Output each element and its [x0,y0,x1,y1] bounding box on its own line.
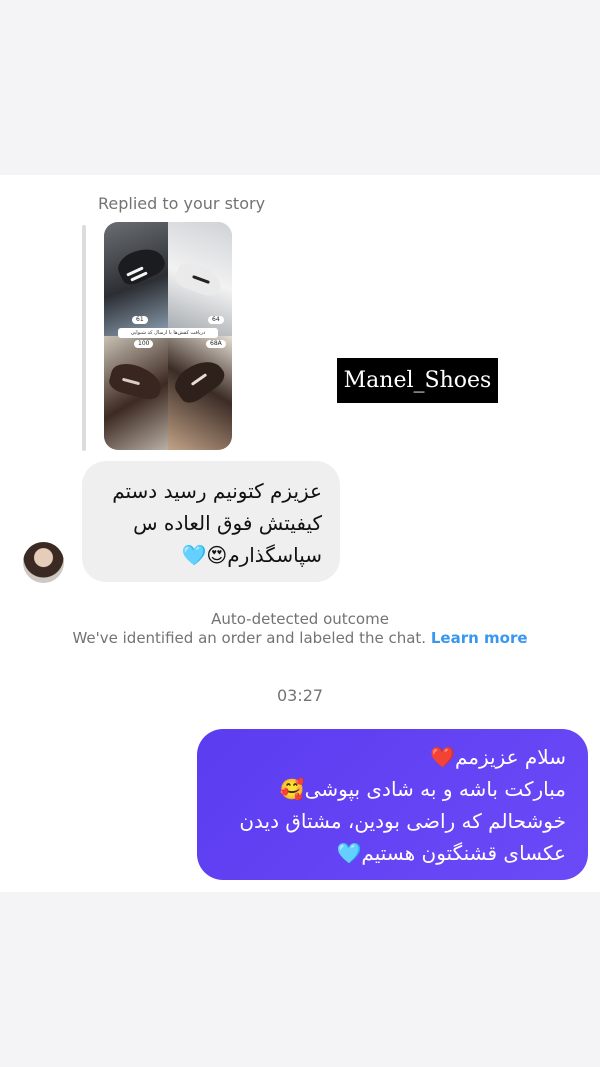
story-tag: 64 [208,316,224,324]
message-line: عزیزم کتونیم رسید دستم [112,479,322,503]
brand-watermark: Manel_Shoes [337,358,498,403]
outcome-description: We've identified an order and labeled th… [72,629,427,647]
story-preview-image[interactable]: 61 64 100 68A دریافت کفش‌ها با ارسال کد … [104,222,232,450]
story-photo-1: 61 [104,222,169,336]
replied-to-story-label: Replied to your story [98,194,266,213]
sneaker-image [113,241,169,289]
message-line: سلام عزیزمم❤️ [430,745,566,769]
learn-more-link[interactable]: Learn more [431,629,528,647]
outcome-notice: Auto-detected outcome We've identified a… [0,610,600,648]
story-reply-bar [82,225,86,451]
message-timestamp: 03:27 [276,686,324,705]
avatar[interactable] [23,542,64,583]
story-caption: دریافت کفش‌ها با ارسال کد شنوایی [118,328,218,338]
outcome-description-row: We've identified an order and labeled th… [0,629,600,648]
story-photo-3: 100 [104,336,168,450]
message-line: مبارکت باشه و به شادی بپوشی🥰 [279,777,566,801]
outcome-title: Auto-detected outcome [211,610,389,628]
incoming-message-bubble[interactable]: عزیزم کتونیم رسید دستم کیفیتش فوق العاده… [82,461,340,582]
story-tag: 100 [134,340,154,348]
message-line: کیفیتش فوق العاده س [133,511,322,535]
outgoing-message-bubble[interactable]: سلام عزیزمم❤️ مبارکت باشه و به شادی بپوش… [197,729,588,880]
story-tag: 68A [206,340,226,348]
story-photo-4: 68A [168,336,232,450]
message-line: خوشحالم که راضی بودین، مشتاق دیدن [239,809,566,833]
story-photo-2: 64 [168,222,232,336]
message-line: سپاسگذارم😍🩵 [181,543,322,567]
story-tag: 61 [132,316,148,324]
message-line: عکسای قشنگتون هستیم🩵 [336,841,567,865]
